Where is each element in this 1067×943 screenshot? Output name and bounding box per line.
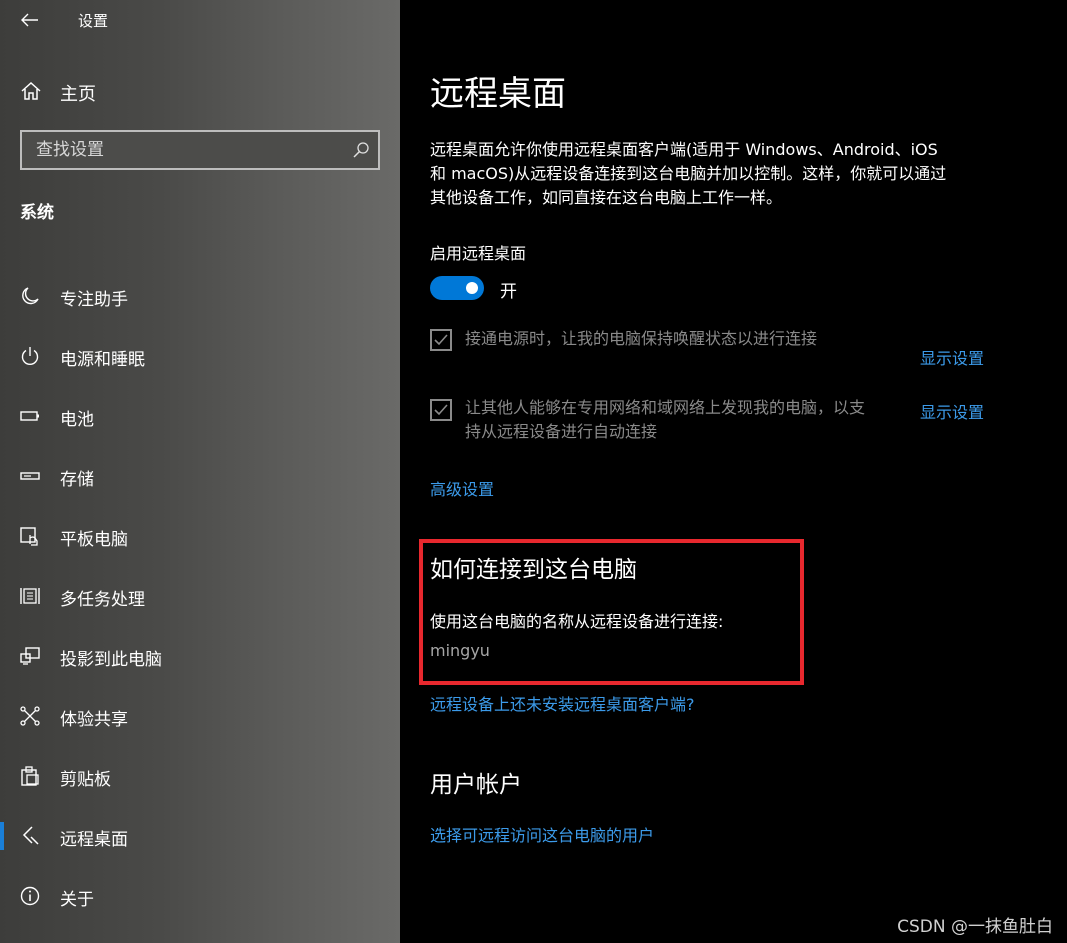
share-icon xyxy=(20,706,40,726)
sidebar-item-remote-desktop[interactable]: 远程桌面 xyxy=(0,806,400,866)
info-icon xyxy=(20,886,40,906)
sidebar-item-tablet[interactable]: 平板电脑 xyxy=(0,506,400,566)
main-content: 远程桌面 远程桌面允许你使用远程桌面客户端(适用于 Windows、Androi… xyxy=(400,0,1067,943)
back-button[interactable] xyxy=(14,6,46,34)
pc-name: mingyu xyxy=(430,641,490,660)
sidebar-item-label: 平板电脑 xyxy=(60,530,128,550)
page-title: 远程桌面 xyxy=(430,74,566,114)
sidebar-item-about[interactable]: 关于 xyxy=(0,866,400,926)
select-users-link[interactable]: 选择可远程访问这台电脑的用户 xyxy=(430,822,654,846)
multitasking-icon xyxy=(20,588,40,604)
project-icon xyxy=(20,647,40,665)
discoverable-text-line: 让其他人能够在专用网络和域网络上发现我的电脑，以支 xyxy=(465,398,866,417)
section-title: 系统 xyxy=(20,203,54,223)
sidebar-item-label: 电池 xyxy=(60,410,94,430)
power-icon xyxy=(21,347,39,365)
checkmark-icon xyxy=(434,334,448,346)
settings-window: 设置 主页 系统 专注助手 xyxy=(0,0,1067,943)
sidebar-item-label: 存储 xyxy=(60,470,94,490)
sidebar-item-label: 主页 xyxy=(60,84,96,105)
user-accounts-heading: 用户帐户 xyxy=(430,772,522,798)
toggle-label: 启用远程桌面 xyxy=(430,244,527,263)
window-title: 设置 xyxy=(78,12,109,30)
enable-remote-desktop-toggle[interactable] xyxy=(430,276,484,300)
moon-icon xyxy=(22,287,39,305)
toggle-state-text: 开 xyxy=(500,282,517,302)
clipboard-icon xyxy=(21,766,39,786)
search-icon[interactable] xyxy=(352,141,370,159)
show-settings-link-2[interactable]: 显示设置 xyxy=(920,399,984,423)
discoverable-text-line: 持从远程设备进行自动连接 xyxy=(465,422,658,441)
show-settings-link-1[interactable]: 显示设置 xyxy=(920,345,984,369)
sidebar-item-storage[interactable]: 存储 xyxy=(0,446,400,506)
search-input[interactable] xyxy=(22,132,332,168)
search-box xyxy=(20,130,380,170)
keep-awake-text: 接通电源时，让我的电脑保持唤醒状态以进行连接 xyxy=(465,329,818,348)
sidebar-item-multitasking[interactable]: 多任务处理 xyxy=(0,566,400,626)
sidebar: 设置 主页 系统 专注助手 xyxy=(0,0,400,943)
sidebar-item-label: 电源和睡眠 xyxy=(60,350,145,370)
description-line: 其他设备工作，如同直接在这台电脑上工作一样。 xyxy=(430,188,783,207)
no-client-link[interactable]: 远程设备上还未安装远程桌面客户端? xyxy=(430,691,695,715)
sidebar-item-label: 投影到此电脑 xyxy=(60,650,162,670)
sidebar-item-label: 专注助手 xyxy=(60,290,128,310)
sidebar-item-battery[interactable]: 电池 xyxy=(0,386,400,446)
sidebar-item-label: 远程桌面 xyxy=(60,830,128,850)
description-line: 和 macOS)从远程设备连接到这台电脑并加以控制。这样，你就可以通过 xyxy=(430,164,947,183)
sidebar-nav: 专注助手 电源和睡眠 电池 存储 平板电脑 多任务处理 投影到此电脑 体验共享 … xyxy=(0,266,400,926)
back-arrow-icon xyxy=(21,13,38,27)
sidebar-item-project-to-pc[interactable]: 投影到此电脑 xyxy=(0,626,400,686)
sidebar-item-home[interactable]: 主页 xyxy=(0,70,400,114)
description-line: 远程桌面允许你使用远程桌面客户端(适用于 Windows、Android、iOS xyxy=(430,140,938,159)
discoverable-checkbox[interactable] xyxy=(430,399,452,421)
battery-icon xyxy=(20,411,39,421)
connect-description: 使用这台电脑的名称从远程设备进行连接: xyxy=(430,612,724,631)
toggle-knob xyxy=(466,282,478,294)
keep-awake-checkbox[interactable] xyxy=(430,329,452,351)
connect-heading: 如何连接到这台电脑 xyxy=(430,557,637,583)
sidebar-item-clipboard[interactable]: 剪贴板 xyxy=(0,746,400,806)
storage-icon xyxy=(20,472,40,480)
sidebar-item-shared-experiences[interactable]: 体验共享 xyxy=(0,686,400,746)
sidebar-item-label: 多任务处理 xyxy=(60,590,145,610)
description: 远程桌面允许你使用远程桌面客户端(适用于 Windows、Android、iOS… xyxy=(430,138,1000,210)
discoverable-text: 让其他人能够在专用网络和域网络上发现我的电脑，以支 持从远程设备进行自动连接 xyxy=(465,396,910,444)
sidebar-item-label: 剪贴板 xyxy=(60,770,111,790)
watermark: CSDN @一抹鱼肚白 xyxy=(897,917,1053,937)
advanced-settings-link[interactable]: 高级设置 xyxy=(430,476,494,500)
tablet-icon xyxy=(20,527,38,546)
checkmark-icon xyxy=(434,404,448,416)
sidebar-item-power-sleep[interactable]: 电源和睡眠 xyxy=(0,326,400,386)
sidebar-item-label: 体验共享 xyxy=(60,710,128,730)
sidebar-item-focus-assist[interactable]: 专注助手 xyxy=(0,266,400,326)
remote-desktop-icon xyxy=(22,826,39,845)
sidebar-item-label: 关于 xyxy=(60,890,94,910)
home-icon xyxy=(21,81,41,100)
